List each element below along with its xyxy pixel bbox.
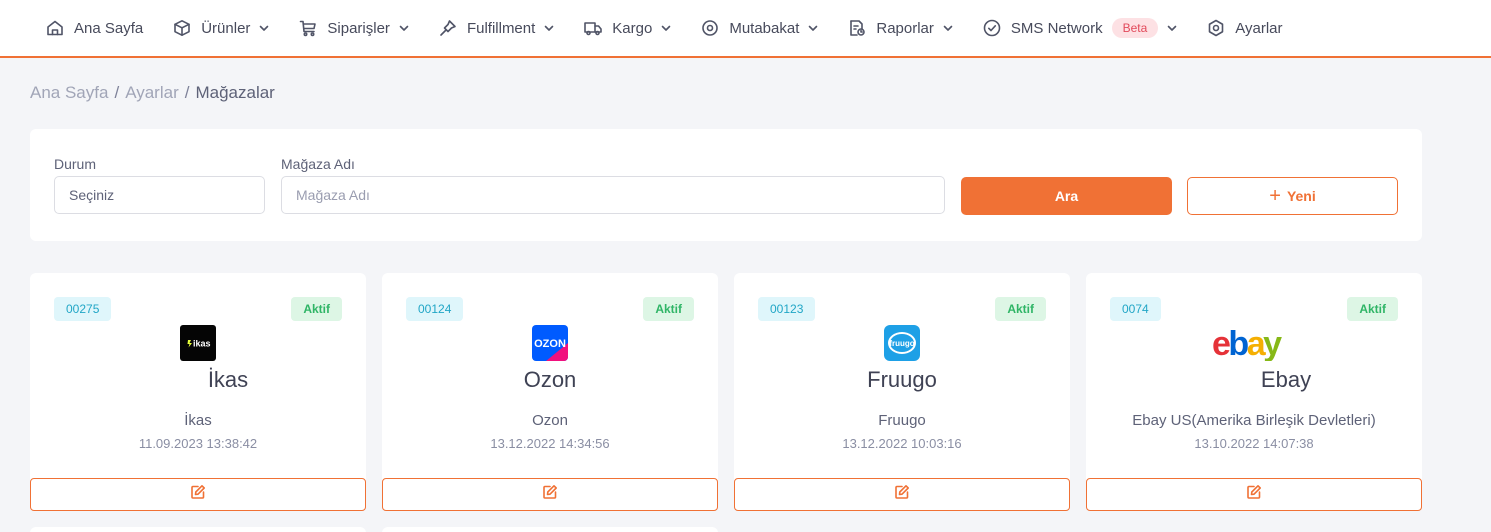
store-date: 13.12.2022 10:03:16 [842,436,962,451]
store-code-badge: 0074 [1110,297,1161,321]
ebay-logo-text: ebay [1212,325,1282,361]
store-name-label: Mağaza Adı [281,156,355,172]
beta-badge: Beta [1111,18,1159,38]
store-card [382,527,718,532]
store-description: İkas [184,412,212,429]
store-name-input[interactable]: Mağaza Adı [281,176,945,214]
plus-icon: + [1269,185,1281,207]
store-status-badge: Aktif [643,297,694,321]
breadcrumb: Ana Sayfa / Ayarlar / Mağazalar [30,83,275,103]
edit-icon [190,484,206,505]
settings-icon [1207,19,1225,37]
ozon-logo-text: OZON [534,338,566,350]
store-card: 00275 Aktif ikas İkas İkas 11.09.2023 13… [30,273,366,511]
nav-item-urunler[interactable]: Ürünler [173,3,269,53]
chevron-down-icon [943,23,953,33]
store-code-badge: 00124 [406,297,464,321]
store-name: Fruugo [867,367,937,392]
filter-panel: Durum Seçiniz Mağaza Adı Mağaza Adı Ara … [30,129,1422,241]
edit-icon [542,484,558,505]
status-select[interactable]: Seçiniz [54,176,265,214]
store-card: 00124 Aktif OZON Ozon Ozon 13.12.2022 14… [382,273,718,511]
store-name: Ozon [523,367,577,392]
store-name: İkas [207,367,249,392]
ozon-logo: OZON [532,325,568,361]
edit-store-button[interactable] [30,478,366,511]
store-status-badge: Aktif [1347,297,1398,321]
edit-store-button[interactable] [1086,478,1422,511]
breadcrumb-current: Mağazalar [195,83,275,102]
nav-label: Fulfillment [466,19,536,37]
fruugo-logo-text: fruugo [889,339,914,348]
home-icon [46,19,64,37]
store-card [30,527,366,532]
nav-label: Kargo [612,19,653,37]
cart-icon [299,19,317,37]
nav-label: Raporlar [876,19,934,37]
store-code-badge: 00275 [54,297,112,321]
store-date: 13.10.2022 14:07:38 [1194,436,1314,451]
nav-item-siparisler[interactable]: Siparişler [299,3,409,53]
store-card: 0074 Aktif ebay Ebay Ebay US(Amerika Bir… [1086,273,1422,511]
store-description: Fruugo [878,412,926,429]
truck-icon [584,19,603,37]
breadcrumb-separator: / [114,83,120,102]
nav-item-fulfillment[interactable]: Fulfillment [439,3,554,53]
ikas-logo-text: ikas [193,339,211,349]
breadcrumb-home-link[interactable]: Ana Sayfa [30,83,108,103]
status-label: Durum [54,156,97,172]
nav-item-ayarlar[interactable]: Ayarlar [1207,3,1283,53]
check-circle-icon [983,19,1001,37]
breadcrumb-separator: / [184,83,190,102]
edit-icon [1246,484,1262,505]
nav-label: Ayarlar [1235,19,1283,37]
chevron-down-icon [1167,23,1177,33]
edit-icon [894,484,910,505]
store-description: Ebay US(Amerika Birleşik Devletleri) [1132,412,1376,429]
store-status-badge: Aktif [995,297,1046,321]
nav-label: Siparişler [327,19,390,37]
nav-item-kargo[interactable]: Kargo [584,3,671,53]
search-button[interactable]: Ara [961,177,1172,215]
nav-item-mutabakat[interactable]: Mutabakat [701,3,818,53]
store-date: 11.09.2023 13:38:42 [138,436,258,451]
pin-icon [439,19,457,37]
store-description: Ozon [532,412,568,429]
box-icon [173,19,191,37]
new-store-button[interactable]: + Yeni [1187,177,1398,215]
ikas-logo: ikas [180,325,216,361]
nav-item-sms-network[interactable]: SMS Network Beta [983,3,1177,53]
edit-store-button[interactable] [382,478,718,511]
target-icon [701,19,719,37]
chevron-down-icon [661,23,671,33]
report-icon [848,19,866,37]
new-store-button-label: Yeni [1286,188,1316,204]
nav-item-ana-sayfa[interactable]: Ana Sayfa [46,3,143,53]
top-navigation: Ana Sayfa Ürünler Siparişler Fulfillment… [0,0,1491,58]
nav-item-raporlar[interactable]: Raporlar [848,3,953,53]
ebay-logo: ebay [1210,325,1298,361]
nav-label: Ana Sayfa [74,19,144,37]
store-card: 00123 Aktif fruugo Fruugo Fruugo 13.12.2… [734,273,1070,511]
store-code-badge: 00123 [758,297,816,321]
edit-store-button[interactable] [734,478,1070,511]
nav-label: Ürünler [201,19,251,37]
store-status-badge: Aktif [291,297,342,321]
nav-label: SMS Network [1010,19,1103,37]
chevron-down-icon [399,23,409,33]
breadcrumb-settings-link[interactable]: Ayarlar [125,83,179,103]
store-date: 13.12.2022 14:34:56 [490,436,610,451]
fruugo-logo: fruugo [884,325,920,361]
store-name: Ebay [1260,367,1312,392]
chevron-down-icon [808,23,818,33]
nav-label: Mutabakat [729,19,800,37]
chevron-down-icon [544,23,554,33]
chevron-down-icon [259,23,269,33]
